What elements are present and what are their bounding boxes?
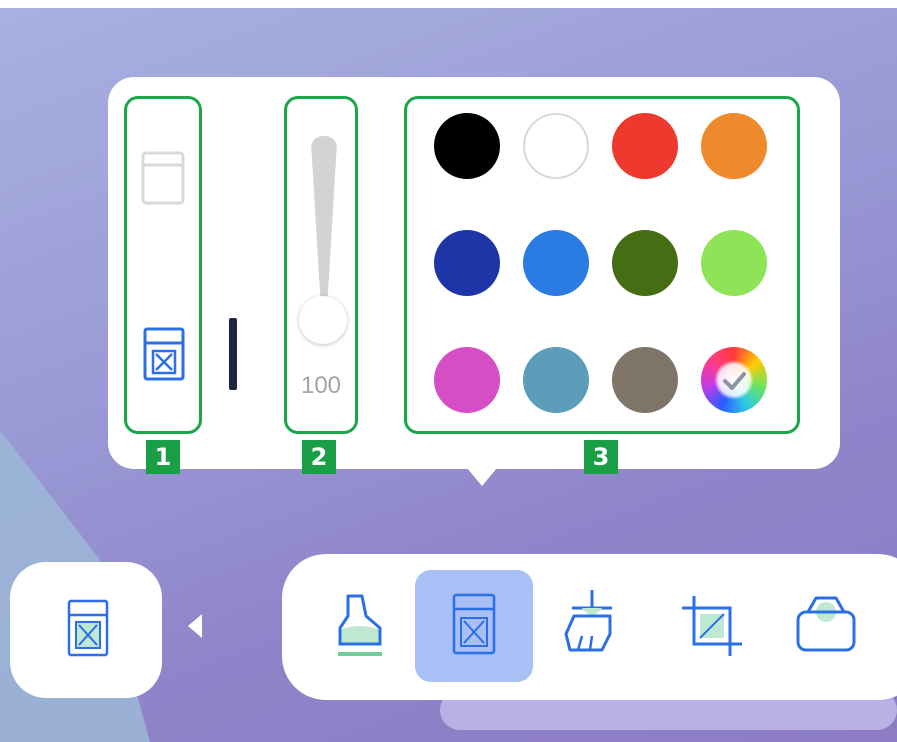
size-slider-value: 100: [300, 372, 342, 399]
eraser-icon: [67, 599, 109, 657]
color-swatch-custom-rainbow[interactable]: [701, 347, 767, 413]
size-slider-knob[interactable]: [299, 296, 347, 344]
color-swatch-blue[interactable]: [523, 230, 589, 296]
color-swatch-dark-green[interactable]: [612, 230, 678, 296]
badge-2: 2: [302, 440, 336, 474]
bag-icon: [796, 596, 856, 652]
top-strip: [0, 0, 897, 8]
badge-3: 3: [584, 440, 618, 474]
eraser-mode-rect-icon[interactable]: [140, 150, 186, 206]
shape-tool[interactable]: [772, 570, 890, 682]
current-tool-button[interactable]: [10, 562, 162, 698]
highlighter-tool[interactable]: [302, 570, 420, 682]
eraser-tool[interactable]: [415, 570, 533, 682]
clear-tool[interactable]: [540, 570, 658, 682]
highlighter-icon: [338, 594, 382, 656]
color-swatch-orange[interactable]: [701, 113, 767, 179]
color-swatch-navy[interactable]: [434, 230, 500, 296]
crop-icon: [682, 596, 742, 656]
thickness-indicator: [229, 318, 237, 390]
highlight-box-1: [124, 96, 202, 434]
eraser-mode-x-icon[interactable]: [142, 326, 188, 382]
eraser-icon: [452, 593, 496, 655]
bottom-toolbar: [282, 554, 897, 700]
color-swatch-red[interactable]: [612, 113, 678, 179]
color-swatch-steel-blue[interactable]: [523, 347, 589, 413]
color-swatch-black[interactable]: [434, 113, 500, 179]
color-swatch-magenta[interactable]: [434, 347, 500, 413]
color-swatch-taupe[interactable]: [612, 347, 678, 413]
color-swatch-white[interactable]: [523, 113, 589, 179]
crop-tool[interactable]: [658, 570, 776, 682]
badge-1: 1: [146, 440, 180, 474]
checkmark-icon: [714, 360, 754, 400]
broom-icon: [564, 590, 612, 652]
collapse-arrow-icon[interactable]: [188, 614, 202, 638]
panel-pointer: [462, 462, 502, 486]
color-swatch-light-green[interactable]: [701, 230, 767, 296]
